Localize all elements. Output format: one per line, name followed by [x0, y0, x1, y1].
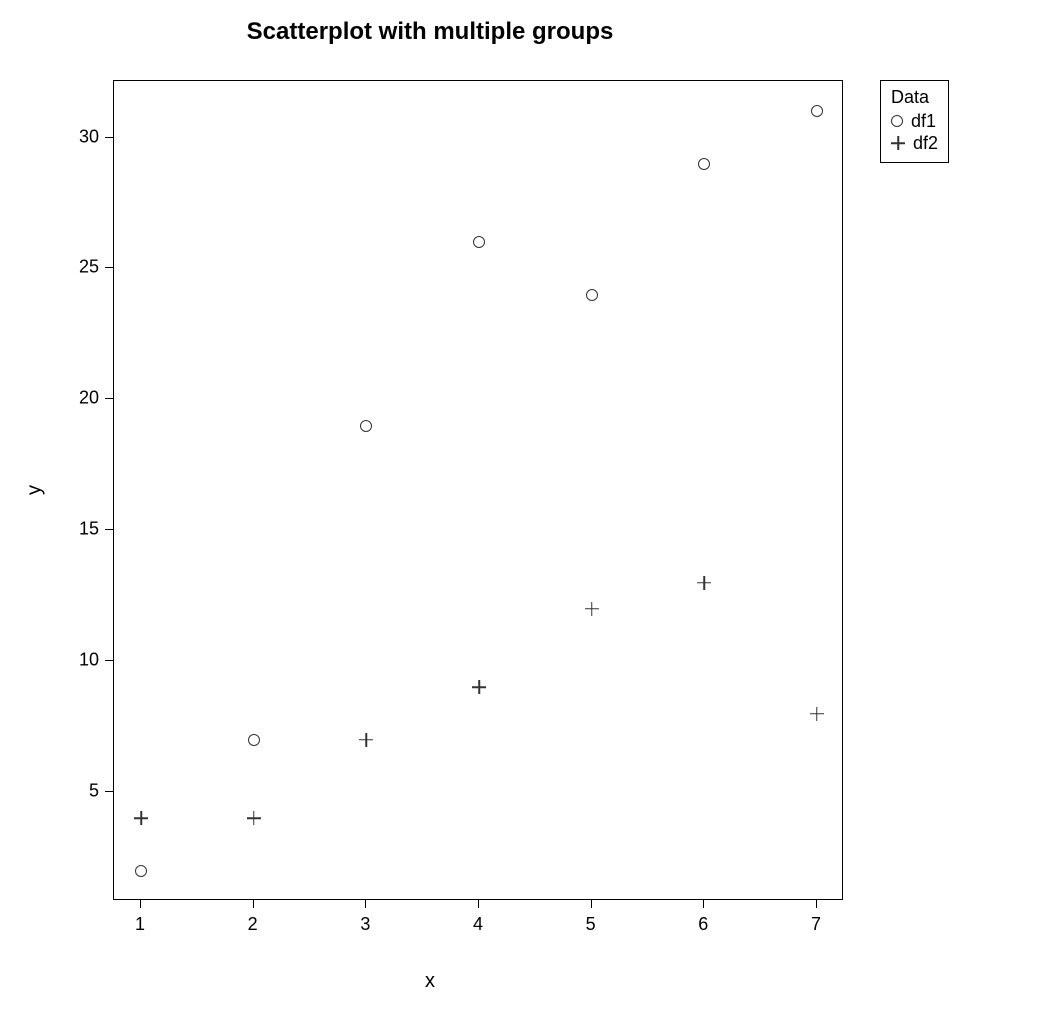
plot-area — [113, 80, 843, 900]
circle-icon — [891, 115, 903, 127]
y-tick — [105, 137, 113, 138]
data-point-plus — [472, 680, 486, 694]
x-tick-label: 3 — [360, 914, 370, 935]
x-tick — [703, 900, 704, 908]
y-tick-label: 20 — [79, 388, 99, 409]
data-point-plus — [810, 707, 824, 721]
y-axis-label: y — [24, 485, 47, 495]
data-point-circle — [135, 865, 147, 877]
y-tick — [105, 398, 113, 399]
x-tick — [591, 900, 592, 908]
x-tick — [816, 900, 817, 908]
x-tick-label: 7 — [811, 914, 821, 935]
x-tick-label: 6 — [698, 914, 708, 935]
y-tick-label: 25 — [79, 257, 99, 278]
legend-label: df2 — [913, 133, 938, 154]
data-point-plus — [134, 811, 148, 825]
data-point-plus — [697, 576, 711, 590]
x-tick-label: 5 — [586, 914, 596, 935]
plus-icon — [891, 136, 905, 150]
y-tick-label: 5 — [89, 781, 99, 802]
legend: Data df1 df2 — [880, 80, 949, 163]
data-point-plus — [359, 733, 373, 747]
legend-entry-df1: df1 — [891, 110, 938, 132]
chart-title: Scatterplot with multiple groups — [0, 18, 860, 46]
x-tick — [478, 900, 479, 908]
x-tick-label: 1 — [135, 914, 145, 935]
data-point-circle — [586, 289, 598, 301]
legend-entry-df2: df2 — [891, 132, 938, 154]
data-point-circle — [811, 105, 823, 117]
y-tick — [105, 529, 113, 530]
chart-container: Scatterplot with multiple groups y x 1 2 3… — [0, 0, 1055, 1024]
data-point-plus — [585, 602, 599, 616]
legend-label: df1 — [911, 111, 936, 132]
data-point-circle — [248, 734, 260, 746]
x-tick — [365, 900, 366, 908]
y-tick-label: 10 — [79, 650, 99, 671]
x-axis-label: x — [0, 970, 860, 993]
y-tick-label: 30 — [79, 126, 99, 147]
data-point-plus — [247, 811, 261, 825]
data-point-circle — [473, 236, 485, 248]
y-tick — [105, 267, 113, 268]
x-tick-label: 2 — [248, 914, 258, 935]
x-tick — [140, 900, 141, 908]
y-tick-label: 15 — [79, 519, 99, 540]
x-tick-label: 4 — [473, 914, 483, 935]
x-tick — [253, 900, 254, 908]
data-point-circle — [360, 420, 372, 432]
y-tick — [105, 791, 113, 792]
data-point-circle — [698, 158, 710, 170]
legend-title: Data — [891, 87, 938, 108]
y-tick — [105, 660, 113, 661]
